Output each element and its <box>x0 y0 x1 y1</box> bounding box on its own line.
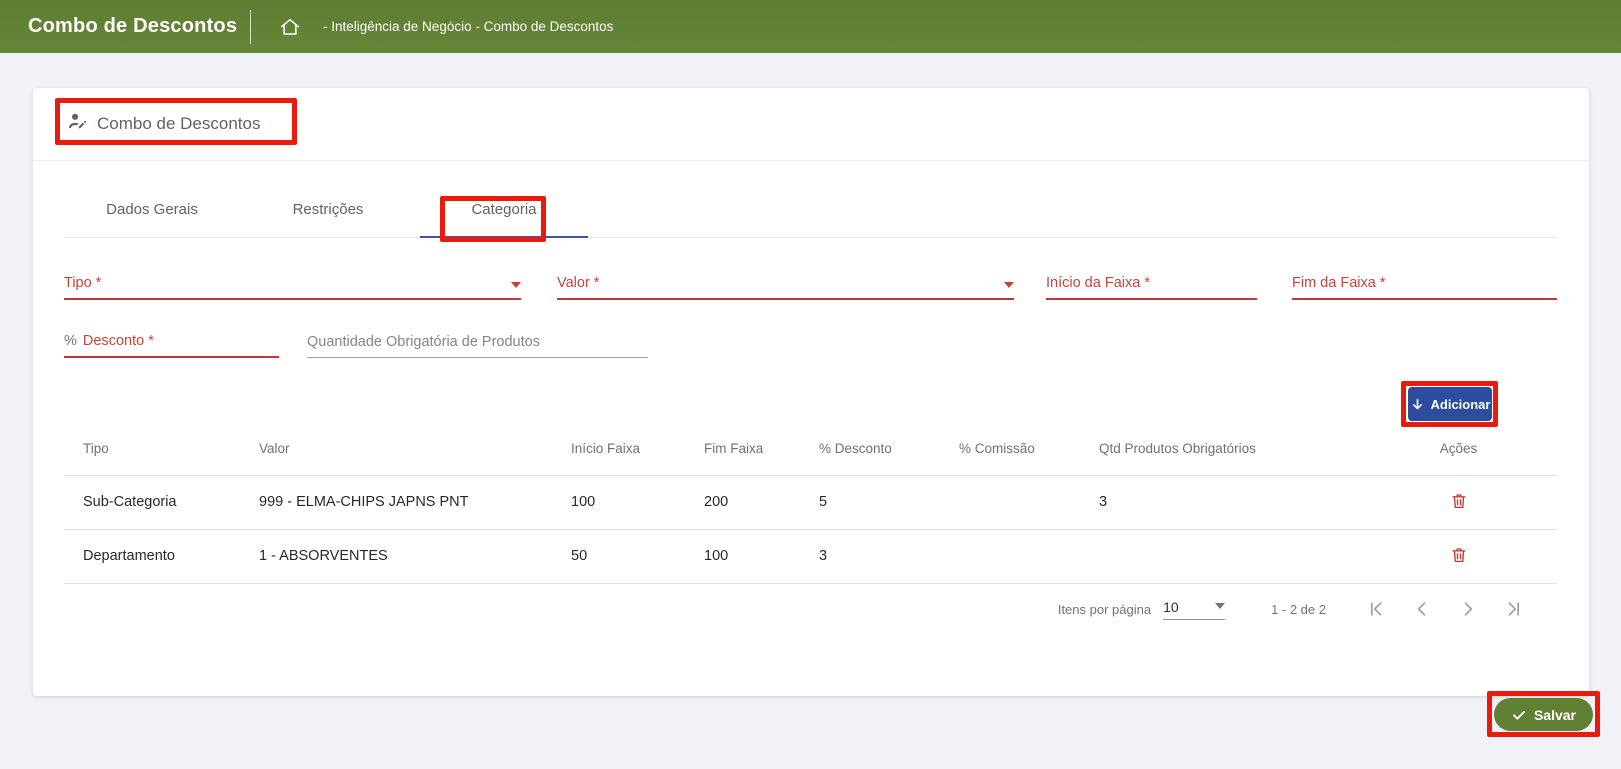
cell-fim-faixa: 100 <box>685 529 800 583</box>
col-header-tipo: Tipo <box>64 423 240 475</box>
paginator: Itens por página 10 1 - 2 de 2 <box>64 588 1524 630</box>
items-per-page-value: 10 <box>1163 599 1179 615</box>
first-page-icon[interactable] <box>1366 599 1386 619</box>
col-header-comissao: % Comissão <box>940 423 1080 475</box>
table-header-row: Tipo Valor Início Faixa Fim Faixa % Desc… <box>64 423 1557 475</box>
breadcrumb: - Inteligência de Negócio - Combo de Des… <box>323 19 613 34</box>
cell-tipo: Sub-Categoria <box>64 475 240 529</box>
chevron-down-caret <box>511 282 521 288</box>
table-row: Departamento 1 - ABSORVENTES 50 100 3 <box>64 529 1557 583</box>
col-header-acoes: Ações <box>1360 423 1557 475</box>
col-header-valor: Valor <box>240 423 552 475</box>
chevron-down-caret <box>1215 603 1225 609</box>
col-header-fim-faixa: Fim Faixa <box>685 423 800 475</box>
items-per-page-select[interactable]: 10 <box>1163 599 1225 620</box>
quantidade-obrigatoria-label: Quantidade Obrigatória de Produtos <box>307 334 540 350</box>
cell-comissao <box>940 529 1080 583</box>
page-range-label: 1 - 2 de 2 <box>1271 602 1326 617</box>
desconto-label: Desconto * <box>83 333 154 349</box>
tipo-label: Tipo * <box>64 275 101 291</box>
delete-row-button[interactable] <box>1448 490 1470 512</box>
chevron-down-caret <box>1004 282 1014 288</box>
valor-label: Valor * <box>557 275 599 291</box>
fim-da-faixa-input[interactable]: Fim da Faixa * <box>1292 266 1557 300</box>
trash-icon <box>1450 546 1468 564</box>
cell-valor: 999 - ELMA-CHIPS JAPNS PNT <box>240 475 552 529</box>
tab-dados-gerais[interactable]: Dados Gerais <box>64 201 240 237</box>
inicio-da-faixa-input[interactable]: Início da Faixa * <box>1046 266 1257 300</box>
valor-select[interactable]: Valor * <box>557 266 1014 300</box>
home-icon[interactable] <box>279 16 301 38</box>
cell-fim-faixa: 200 <box>685 475 800 529</box>
tab-restricoes[interactable]: Restrições <box>240 201 416 237</box>
delete-row-button[interactable] <box>1448 544 1470 566</box>
quantidade-obrigatoria-input[interactable]: Quantidade Obrigatória de Produtos <box>307 324 648 358</box>
salvar-button[interactable]: Salvar <box>1494 698 1593 731</box>
content-card: Combo de Descontos Dados Gerais Restriçõ… <box>33 88 1589 696</box>
app-title: Combo de Descontos <box>28 15 250 38</box>
tipo-select[interactable]: Tipo * <box>64 266 521 300</box>
col-header-qtd-produtos: Qtd Produtos Obrigatórios <box>1080 423 1360 475</box>
cell-valor: 1 - ABSORVENTES <box>240 529 552 583</box>
card-header: Combo de Descontos <box>33 88 1589 161</box>
previous-page-icon[interactable] <box>1412 599 1432 619</box>
cell-desconto: 3 <box>800 529 940 583</box>
cell-inicio-faixa: 50 <box>552 529 685 583</box>
app-header: Combo de Descontos - Inteligência de Neg… <box>0 0 1621 53</box>
cell-inicio-faixa: 100 <box>552 475 685 529</box>
col-header-inicio-faixa: Início Faixa <box>552 423 685 475</box>
check-icon <box>1511 707 1527 723</box>
cell-tipo: Departamento <box>64 529 240 583</box>
desconto-prefix: % <box>64 333 77 349</box>
person-edit-icon <box>67 111 88 137</box>
tab-categoria[interactable]: Categoria <box>416 201 592 237</box>
card-title: Combo de Descontos <box>97 114 260 134</box>
salvar-button-label: Salvar <box>1534 707 1576 723</box>
header-divider <box>250 10 251 44</box>
trash-icon <box>1450 492 1468 510</box>
items-per-page-label: Itens por página <box>1058 602 1151 617</box>
adicionar-button-label: Adicionar <box>1431 397 1491 412</box>
inicio-da-faixa-label: Início da Faixa * <box>1046 275 1150 291</box>
col-header-desconto: % Desconto <box>800 423 940 475</box>
cell-qtd-produtos: 3 <box>1080 475 1360 529</box>
fim-da-faixa-label: Fim da Faixa * <box>1292 275 1385 291</box>
arrow-down-icon <box>1410 397 1425 412</box>
desconto-input[interactable]: % Desconto * <box>64 324 279 358</box>
cell-comissao <box>940 475 1080 529</box>
tab-bar: Dados Gerais Restrições Categoria <box>64 161 1557 238</box>
categorias-table: Tipo Valor Início Faixa Fim Faixa % Desc… <box>64 423 1557 584</box>
cell-desconto: 5 <box>800 475 940 529</box>
table-row: Sub-Categoria 999 - ELMA-CHIPS JAPNS PNT… <box>64 475 1557 529</box>
adicionar-button[interactable]: Adicionar <box>1408 387 1492 421</box>
cell-qtd-produtos <box>1080 529 1360 583</box>
next-page-icon[interactable] <box>1458 599 1478 619</box>
last-page-icon[interactable] <box>1504 599 1524 619</box>
